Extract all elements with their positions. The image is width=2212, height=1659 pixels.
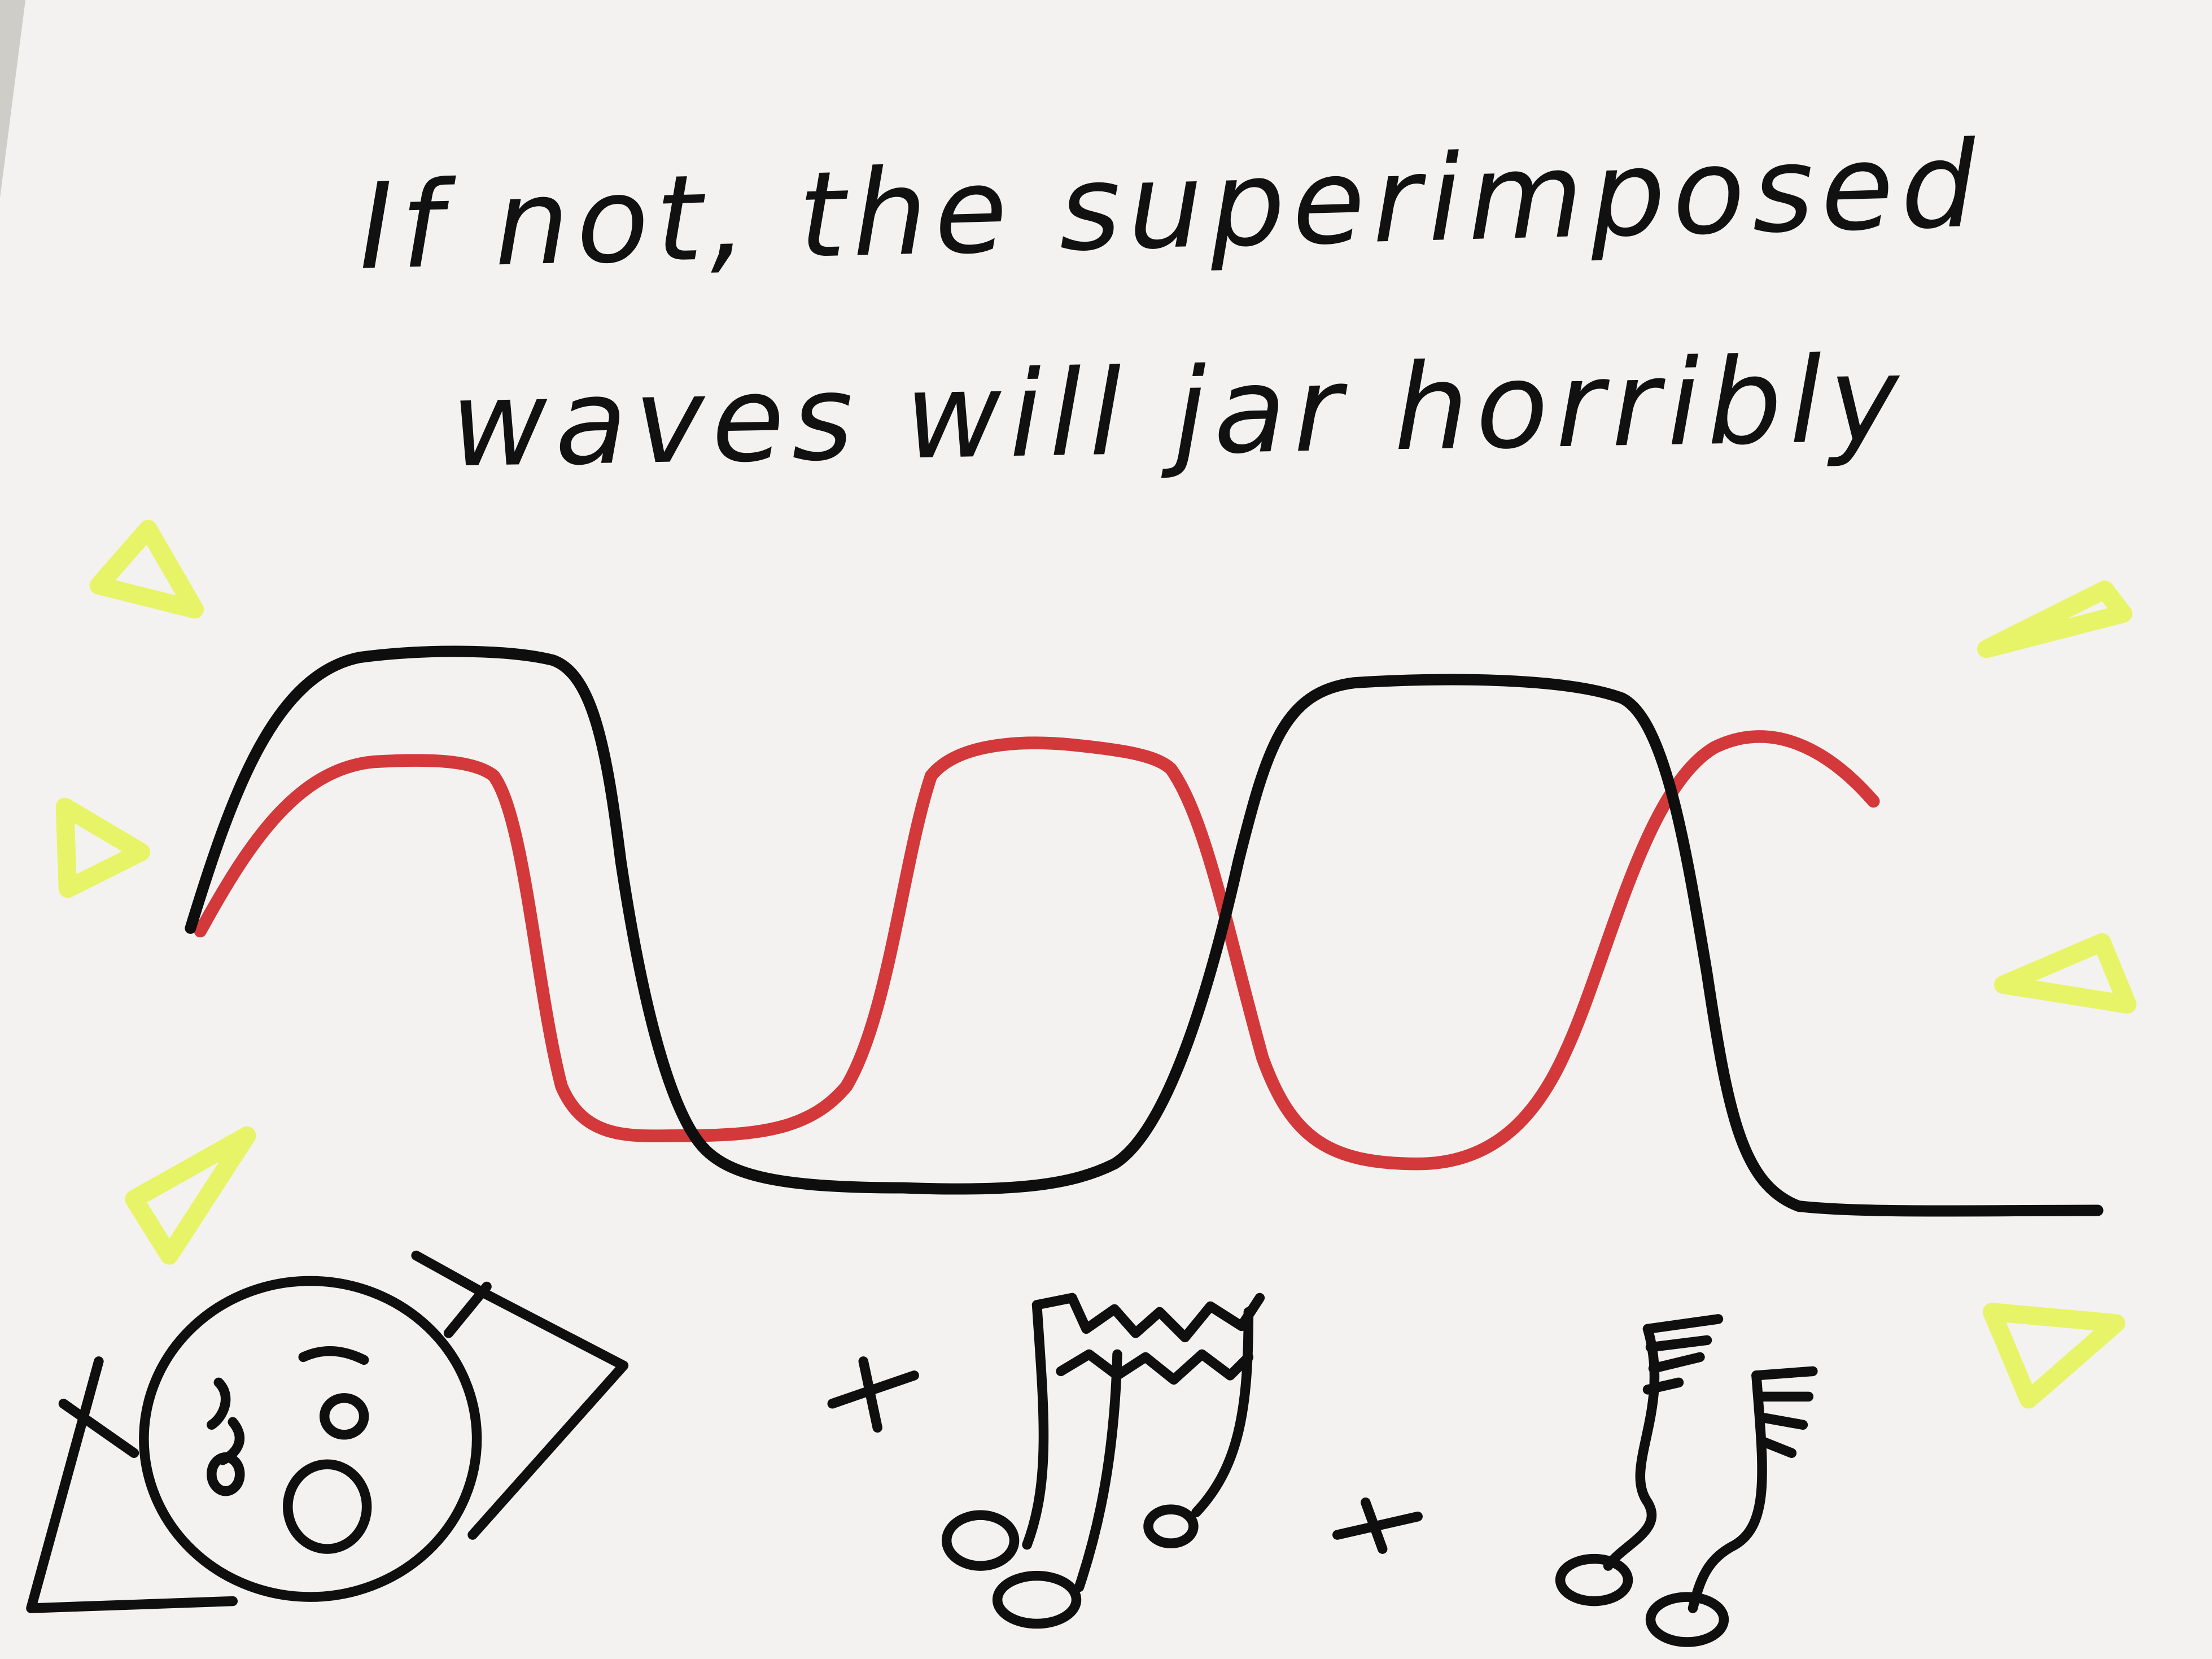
photo-handwritten-note: If not, the superimposed waves will jar … bbox=[0, 0, 2212, 1659]
caption-line-2: waves will jar horribly bbox=[449, 330, 1907, 494]
